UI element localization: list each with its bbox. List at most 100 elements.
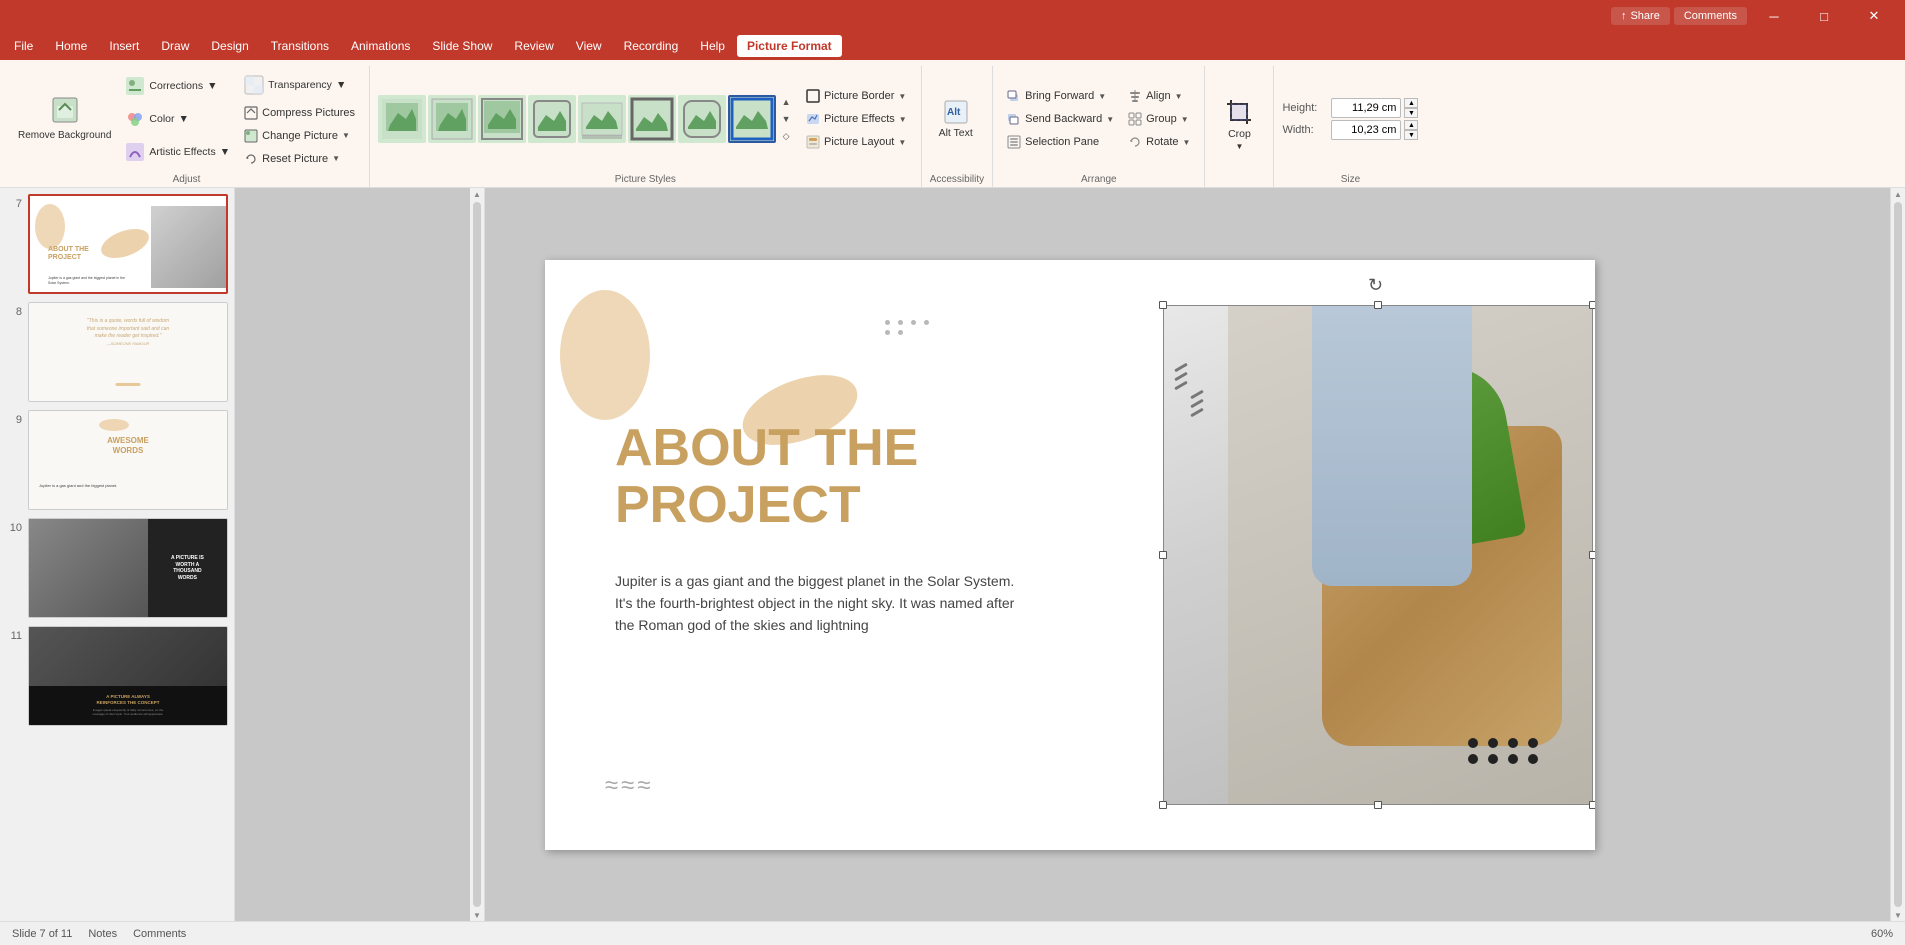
comments-count[interactable]: Comments xyxy=(133,928,186,940)
width-spin[interactable]: ▲ ▼ xyxy=(1404,120,1418,140)
bring-forward-button[interactable]: Bring Forward ▼ xyxy=(1001,85,1120,107)
slide-preview-10[interactable]: A PICTURE ISWORTH ATHOUSANDWORDS xyxy=(28,518,228,618)
slide-thumb-10[interactable]: 10 A PICTURE ISWORTH ATHOUSANDWORDS xyxy=(4,516,230,620)
handle-tl[interactable] xyxy=(1159,301,1167,309)
v-scroll-down[interactable]: ▼ xyxy=(1892,909,1904,921)
change-picture-button[interactable]: Change Picture ▼ xyxy=(238,125,361,147)
slide-main-title[interactable]: ABOUT THE PROJECT xyxy=(615,420,918,534)
compress-pictures-button[interactable]: Compress Pictures xyxy=(238,102,361,124)
handle-tc[interactable] xyxy=(1374,301,1382,309)
style-thumb-4[interactable] xyxy=(528,95,576,143)
handle-ml[interactable] xyxy=(1159,551,1167,559)
close-button[interactable]: ✕ xyxy=(1851,0,1897,32)
arrange-group-label: Arrange xyxy=(1001,172,1196,187)
picture-border-button[interactable]: Picture Border ▼ xyxy=(800,85,913,107)
height-down[interactable]: ▼ xyxy=(1404,108,1418,118)
slide-body-text[interactable]: Jupiter is a gas giant and the biggest p… xyxy=(615,570,1035,637)
share-button[interactable]: ↑ Share xyxy=(1611,7,1670,25)
v-scroll-up[interactable]: ▲ xyxy=(1892,188,1904,200)
crop-label: Crop xyxy=(1228,128,1251,140)
picture-layout-label: Picture Layout xyxy=(824,136,894,148)
menu-transitions[interactable]: Transitions xyxy=(261,35,339,57)
ribbon: Remove Background Corrections ▼ Color ▼ xyxy=(0,60,1905,188)
slide-thumb-8[interactable]: 8 "This is a quote, words full of wisdom… xyxy=(4,300,230,404)
menu-picture-format[interactable]: Picture Format xyxy=(737,35,842,57)
menu-insert[interactable]: Insert xyxy=(99,35,149,57)
slide-panel[interactable]: 7 ABOUT THEPROJECT Jupiter is a gas gian… xyxy=(0,188,235,921)
handle-mr[interactable] xyxy=(1589,551,1595,559)
handle-tr[interactable] xyxy=(1589,301,1595,309)
menu-review[interactable]: Review xyxy=(504,35,563,57)
slide-preview-9[interactable]: AWESOMEWORDS Jupiter is a gas giant and … xyxy=(28,410,228,510)
image-container[interactable]: ↻ xyxy=(1163,305,1593,805)
remove-background-button[interactable]: Remove Background xyxy=(12,83,117,155)
menu-view[interactable]: View xyxy=(566,35,612,57)
picture-layout-button[interactable]: Picture Layout ▼ xyxy=(800,131,913,153)
left-scrollbar[interactable]: ▲ ▼ xyxy=(470,188,485,921)
color-button[interactable]: Color ▼ xyxy=(119,103,236,135)
gallery-more-arrow[interactable]: ◇ xyxy=(778,128,794,144)
handle-bl[interactable] xyxy=(1159,801,1167,809)
alt-text-button[interactable]: Alt Alt Text xyxy=(930,83,982,155)
artistic-effects-button[interactable]: Artistic Effects ▼ xyxy=(119,136,236,168)
menu-animations[interactable]: Animations xyxy=(341,35,420,57)
main-area: 7 ABOUT THEPROJECT Jupiter is a gas gian… xyxy=(0,188,1905,921)
menu-recording[interactable]: Recording xyxy=(614,35,689,57)
group-icon xyxy=(1128,112,1142,126)
slide-preview-7[interactable]: ABOUT THEPROJECT Jupiter is a gas giant … xyxy=(28,194,228,294)
scroll-up[interactable]: ▲ xyxy=(471,188,483,200)
style-thumb-1[interactable] xyxy=(378,95,426,143)
slide-preview-11[interactable]: A PICTURE ALWAYSREINFORCES THE CONCEPT I… xyxy=(28,626,228,726)
width-down[interactable]: ▼ xyxy=(1404,130,1418,140)
menu-slideshow[interactable]: Slide Show xyxy=(422,35,502,57)
menu-home[interactable]: Home xyxy=(45,35,97,57)
gallery-up-arrow[interactable]: ▲ xyxy=(778,94,794,110)
slide-thumb-7[interactable]: 7 ABOUT THEPROJECT Jupiter is a gas gian… xyxy=(4,192,230,296)
send-backward-label: Send Backward xyxy=(1025,113,1102,125)
height-spin[interactable]: ▲ ▼ xyxy=(1404,98,1418,118)
menu-design[interactable]: Design xyxy=(201,35,258,57)
ribbon-group-adjust: Remove Background Corrections ▼ Color ▼ xyxy=(4,66,370,187)
style-thumb-8[interactable] xyxy=(728,95,776,143)
style-thumb-5[interactable] xyxy=(578,95,626,143)
width-up[interactable]: ▲ xyxy=(1404,120,1418,130)
menu-file[interactable]: File xyxy=(4,35,43,57)
height-up[interactable]: ▲ xyxy=(1404,98,1418,108)
v-scroll-thumb[interactable] xyxy=(1894,202,1902,907)
align-button[interactable]: Align ▼ xyxy=(1122,85,1196,107)
align-icon xyxy=(1128,89,1142,103)
picture-effects-button[interactable]: Picture Effects ▼ xyxy=(800,108,913,130)
minimize-button[interactable]: ─ xyxy=(1751,0,1797,32)
style-thumb-7[interactable] xyxy=(678,95,726,143)
group-button[interactable]: Group ▼ xyxy=(1122,108,1196,130)
width-input[interactable] xyxy=(1331,120,1401,140)
notes-button[interactable]: Notes xyxy=(88,928,117,940)
comments-button[interactable]: Comments xyxy=(1674,7,1747,25)
handle-br[interactable] xyxy=(1589,801,1595,809)
scroll-down[interactable]: ▼ xyxy=(471,909,483,921)
style-thumb-2[interactable] xyxy=(428,95,476,143)
slide-thumb-11[interactable]: 11 A PICTURE ALWAYSREINFORCES THE CONCEP… xyxy=(4,624,230,728)
menu-draw[interactable]: Draw xyxy=(151,35,199,57)
slide-preview-8[interactable]: "This is a quote, words full of wisdomth… xyxy=(28,302,228,402)
rotate-button[interactable]: Rotate ▼ xyxy=(1122,131,1196,153)
style-thumb-6[interactable] xyxy=(628,95,676,143)
send-backward-button[interactable]: Send Backward ▼ xyxy=(1001,108,1120,130)
menu-help[interactable]: Help xyxy=(690,35,735,57)
crop-button[interactable]: Crop ▼ xyxy=(1213,89,1265,161)
reset-picture-button[interactable]: Reset Picture ▼ xyxy=(238,148,361,170)
corrections-button[interactable]: Corrections ▼ xyxy=(119,70,236,102)
image-dots xyxy=(1468,738,1542,764)
transparency-button[interactable]: Transparency ▼ xyxy=(238,69,361,101)
right-scrollbar[interactable]: ▲ ▼ xyxy=(1890,188,1905,921)
slide-thumb-9[interactable]: 9 AWESOMEWORDS Jupiter is a gas giant an… xyxy=(4,408,230,512)
handle-bc[interactable] xyxy=(1374,801,1382,809)
rotate-handle[interactable]: ↻ xyxy=(1368,275,1388,295)
height-input[interactable] xyxy=(1331,98,1401,118)
selection-pane-button[interactable]: Selection Pane xyxy=(1001,131,1120,153)
gallery-down-arrow[interactable]: ▼ xyxy=(778,111,794,127)
scroll-thumb[interactable] xyxy=(473,202,481,907)
style-thumb-3[interactable] xyxy=(478,95,526,143)
maximize-button[interactable]: □ xyxy=(1801,0,1847,32)
gallery-scroll-buttons[interactable]: ▲ ▼ ◇ xyxy=(778,94,794,144)
